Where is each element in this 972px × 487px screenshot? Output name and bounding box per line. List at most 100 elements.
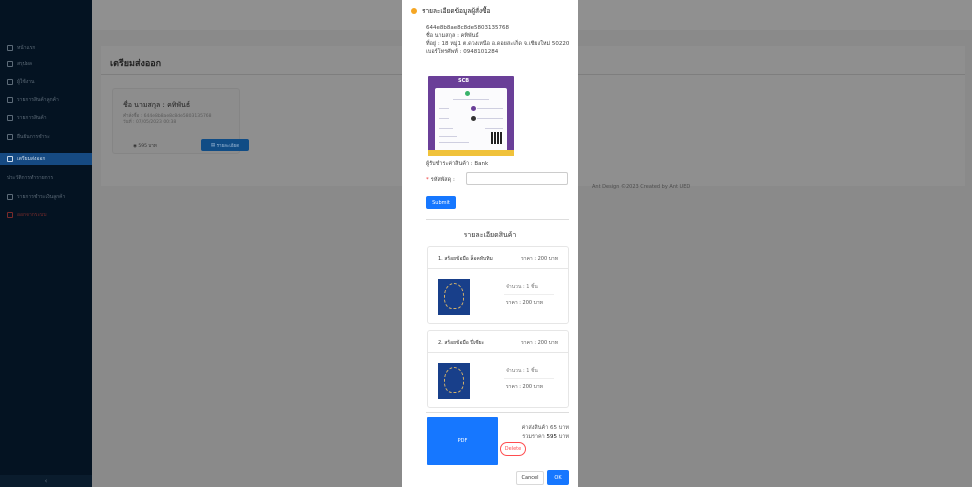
product-price: ราคา : 200 บาท [521, 256, 558, 262]
product-name: 1. สร้อยข้อมือ ล็อคทับทิม [438, 256, 493, 262]
pdf-upload-preview[interactable]: PDF [427, 417, 498, 465]
bank-icon [471, 116, 476, 121]
sidebar-item-label: ยืนยันการชำระ [17, 134, 50, 140]
order-date: วันที่ : 07/05/2023 00:38 [123, 120, 177, 125]
check-icon [7, 134, 13, 140]
chevron-left-icon: ‹ [44, 477, 48, 485]
sidebar-item-label: หน้าแรก [17, 45, 36, 51]
tracking-label-text: รหัสพัสดุ : [430, 177, 455, 183]
product-quantity: จำนวน : 1 ชิ้น [506, 284, 538, 290]
success-icon [465, 91, 470, 96]
modal-header: รายละเอียดข้อมูลผู้สั่งซื้อ [411, 6, 490, 16]
home-icon [7, 45, 13, 51]
ok-button[interactable]: OK [547, 470, 569, 485]
chart-icon [7, 61, 13, 67]
sidebar-collapse-button[interactable]: ‹ [0, 475, 92, 487]
product-name: 2. สร้อยข้อมือ ปี่เซียะ [438, 340, 485, 346]
footer-text: Ant Design ©2023 Created by Ant UED [592, 184, 691, 190]
sidebar: หน้าแรก สรุปผล ผู้ใช้งาน รายการสินค้าลูก… [0, 0, 92, 487]
products-title: รายละเอียดสินค้า [463, 231, 517, 239]
sidebar-item-label: ผู้ใช้งาน [17, 79, 35, 85]
total-price: รวมราคา 595 บาท [522, 433, 569, 442]
sidebar-item-products[interactable]: รายการสินค้า [0, 112, 92, 124]
divider [426, 219, 569, 220]
sidebar-item-label: รายการสินค้าลูกค้า [17, 97, 59, 103]
order-price: ◉ 595 บาท [133, 144, 157, 149]
product-card: 1. สร้อยข้อมือ ล็อคทับทิม ราคา : 200 บาท… [427, 246, 569, 324]
sidebar-item-prepare-export[interactable]: เตรียมส่งออก [0, 153, 92, 165]
slip-line [477, 108, 503, 109]
total-value: 595 [546, 434, 558, 440]
buyer-address: ที่อยู่ : 18 หมู่1 ต.ดวงเหนือ อ.ดอยสะเก็… [426, 41, 570, 47]
tracking-number-input[interactable] [466, 172, 568, 185]
product-image [438, 279, 470, 315]
sidebar-item-label: รายการชำระเงินลูกค้า [17, 194, 66, 200]
sidebar-item-confirm-payment[interactable]: ยืนยันการชำระ [0, 131, 92, 143]
slip-line [477, 118, 503, 119]
sidebar-item-logout[interactable]: ออกจากระบบ [0, 209, 92, 221]
logout-icon [7, 212, 13, 218]
list-icon [7, 97, 13, 103]
sidebar-item-label: ประวัติการทำรายการ [7, 175, 54, 181]
product-header: 2. สร้อยข้อมือ ปี่เซียะ ราคา : 200 บาท [428, 331, 568, 353]
truck-icon [7, 156, 13, 162]
page-title: เตรียมส่งออก [110, 59, 162, 69]
order-detail-modal: รายละเอียดข้อมูลผู้สั่งซื้อ 644e8b8ae8c8… [402, 0, 578, 487]
sidebar-item-label: เตรียมส่งออก [17, 156, 46, 162]
tracking-label: * รหัสพัสดุ : [426, 176, 455, 184]
total-label: รวมราคา [522, 434, 545, 440]
detail-button-label: รายละเอียด [216, 143, 240, 149]
sidebar-item-label: รายการสินค้า [17, 115, 47, 121]
payment-slip-image[interactable]: SCB [428, 76, 514, 156]
sidebar-item-label: สรุปผล [17, 61, 32, 67]
product-price: ราคา : 200 บาท [521, 340, 558, 346]
slip-line [453, 99, 489, 100]
scb-logo: SCB [458, 78, 470, 84]
cancel-button[interactable]: Cancel [516, 471, 544, 485]
shipping-fee: ค่าส่งสินค้า 65 บาท [521, 425, 569, 431]
wallet-icon [7, 194, 13, 200]
sidebar-item-summary[interactable]: สรุปผล [0, 58, 92, 70]
order-meta: คำสั่งซื้อ : 644e8b8ae8c8de5803135768 วั… [123, 114, 212, 126]
detail-button[interactable]: ▤ รายละเอียด [201, 139, 249, 151]
sidebar-item-home[interactable]: หน้าแรก [0, 42, 92, 54]
product-subtotal: ราคา : 200 บาท [506, 384, 543, 390]
product-card: 2. สร้อยข้อมือ ปี่เซียะ ราคา : 200 บาท จ… [427, 330, 569, 408]
modal-title: รายละเอียดข้อมูลผู้สั่งซื้อ [422, 7, 491, 15]
order-card: ชื่อ นามสกุล : คทิพันธ์ คำสั่งซื้อ : 644… [112, 88, 249, 154]
product-header: 1. สร้อยข้อมือ ล็อคทับทิม ราคา : 200 บาท [428, 247, 568, 269]
required-mark: * [426, 177, 429, 183]
order-summary: ค่าส่งสินค้า 65 บาท รวมราคา 595 บาท [522, 424, 569, 442]
sidebar-item-history[interactable]: ประวัติการทำรายการ [0, 172, 92, 184]
slip-line [439, 142, 469, 143]
slip-receipt [435, 88, 507, 152]
divider [504, 378, 554, 379]
product-image [438, 363, 470, 399]
box-icon [7, 115, 13, 121]
divider [426, 412, 569, 413]
slip-line [439, 128, 453, 129]
submit-button[interactable]: Submit [426, 196, 456, 209]
delete-button[interactable]: Delete [500, 442, 526, 456]
bank-icon [471, 106, 476, 111]
product-subtotal: ราคา : 200 บาท [506, 300, 543, 306]
sidebar-item-customer-products[interactable]: รายการสินค้าลูกค้า [0, 94, 92, 106]
bracelet-icon [444, 283, 464, 309]
buyer-order-id: 644e8b8ae8c8de5803135768 [426, 25, 510, 31]
qr-code-icon [491, 132, 503, 144]
user-icon [7, 79, 13, 85]
buyer-name: ชื่อ นามสกุล : คทิพันธ์ [426, 33, 479, 39]
total-unit: บาท [558, 434, 569, 440]
slip-footer [428, 150, 514, 156]
slip-line [485, 128, 503, 129]
order-customer-name: ชื่อ นามสกุล : คทิพันธ์ [123, 101, 191, 109]
sidebar-item-customer-payments[interactable]: รายการชำระเงินลูกค้า [0, 191, 92, 203]
slip-line [439, 108, 449, 109]
bracelet-icon [444, 367, 464, 393]
slip-line [439, 118, 449, 119]
slip-line [439, 136, 457, 137]
divider [504, 294, 554, 295]
buyer-phone: เบอร์โทรศัพท์ : 0948101284 [426, 49, 499, 55]
sidebar-item-users[interactable]: ผู้ใช้งาน [0, 76, 92, 88]
order-price-value: 595 บาท [138, 144, 157, 149]
